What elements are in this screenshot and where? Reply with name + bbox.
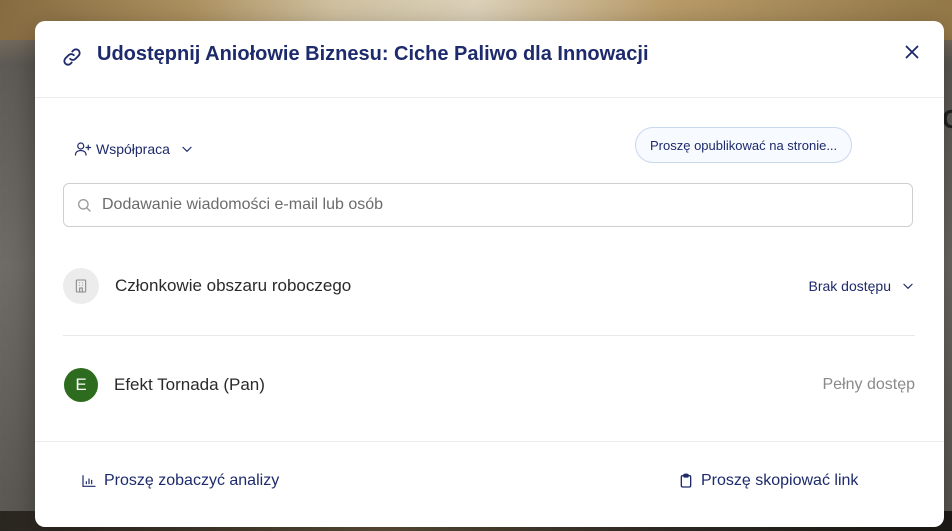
chevron-down-icon — [180, 142, 194, 156]
member-row-workspace: Członkowie obszaru roboczego Brak dostęp… — [63, 266, 915, 306]
view-analytics-link[interactable]: Proszę zobaczyć analizy — [81, 472, 279, 490]
dialog-header: Udostępnij Aniołowie Biznesu: Ciche Pali… — [35, 21, 944, 98]
chart-icon — [81, 473, 97, 489]
copy-link-label: Proszę skopiować link — [701, 472, 859, 489]
permission-label: Współpraca — [96, 141, 170, 157]
search-icon — [76, 197, 92, 213]
clipboard-icon — [678, 473, 694, 489]
member-row-user: E Efekt Tornada (Pan) Pełny dostęp — [63, 365, 915, 405]
publish-to-web-button[interactable]: Proszę opublikować na stronie... — [635, 127, 853, 163]
copy-link-button[interactable]: Proszę skopiować link — [678, 472, 858, 490]
view-analytics-label: Proszę zobaczyć analizy — [104, 472, 280, 489]
access-level-label: Brak dostępu — [808, 278, 892, 294]
invite-email-input[interactable] — [100, 195, 912, 215]
close-icon[interactable] — [901, 41, 923, 63]
invite-search-box[interactable] — [63, 183, 913, 227]
add-user-icon — [74, 140, 92, 158]
avatar: E — [64, 368, 98, 402]
access-level-label: Pełny dostęp — [822, 376, 915, 393]
dialog-title: Udostępnij Aniołowie Biznesu: Ciche Pali… — [97, 43, 649, 65]
link-icon — [61, 46, 83, 68]
dialog-footer: Proszę zobaczyć analizy Proszę skopiować… — [35, 441, 944, 527]
permission-dropdown[interactable]: Współpraca — [74, 138, 194, 160]
share-dialog: Udostępnij Aniołowie Biznesu: Ciche Pali… — [35, 21, 944, 527]
member-name: Członkowie obszaru roboczego — [115, 276, 352, 295]
workspace-building-icon — [63, 268, 99, 304]
access-level-dropdown[interactable]: Brak dostępu — [809, 278, 916, 294]
member-name: Efekt Tornada (Pan) — [114, 375, 265, 394]
chevron-down-icon — [901, 279, 915, 293]
divider — [63, 335, 915, 336]
